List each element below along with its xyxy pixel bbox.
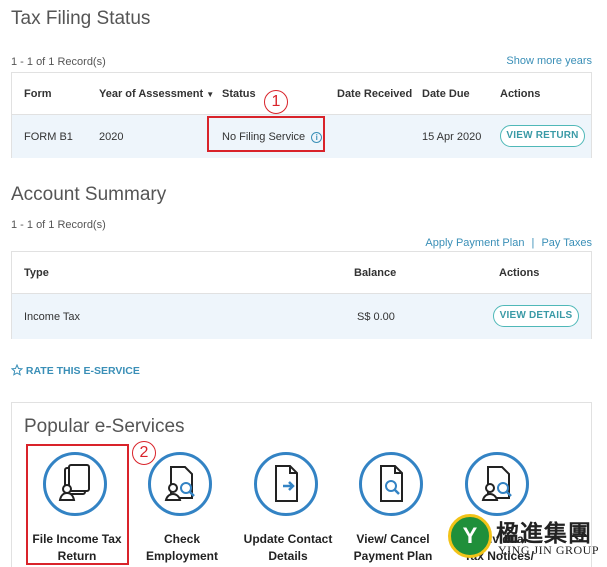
header-type: Type	[24, 267, 49, 279]
link-separator: |	[531, 237, 535, 249]
service-label-line1: View/ Cancel	[356, 532, 430, 546]
account-record-count: 1 - 1 of 1 Record(s)	[11, 219, 106, 231]
service-label-line1: Check	[163, 532, 201, 546]
document-search-person-icon	[148, 452, 212, 516]
header-form: Form	[24, 88, 52, 100]
service-check-employment[interactable]: Check Employment	[127, 445, 237, 567]
show-more-years-link[interactable]: Show more years	[506, 55, 592, 67]
apply-payment-plan-link[interactable]: Apply Payment Plan	[425, 237, 524, 249]
service-label-line2: Details	[268, 549, 308, 563]
star-outline-icon	[10, 363, 24, 376]
header-date-due: Date Due	[422, 88, 470, 100]
service-label-line2: Employment	[145, 549, 218, 563]
account-links: Apply Payment Plan | Pay Taxes	[425, 237, 592, 249]
service-update-contact-details[interactable]: Update Contact Details	[233, 445, 343, 567]
annotation-box-file-income-tax	[26, 444, 129, 565]
row-date-due: 15 Apr 2020	[422, 131, 482, 143]
tax-filing-record-count: 1 - 1 of 1 Record(s)	[11, 56, 106, 68]
watermark-english: YING JIN GROUP	[498, 543, 600, 557]
document-search-person-icon	[465, 452, 529, 516]
document-arrow-icon	[254, 452, 318, 516]
row-year: 2020	[99, 131, 124, 143]
sort-down-icon: ▼	[206, 90, 215, 99]
header-status: Status	[222, 88, 256, 100]
view-details-button[interactable]: VIEW DETAILS	[493, 305, 579, 327]
service-label-line2: Payment Plan	[353, 549, 433, 563]
annotation-marker-1: 1	[264, 90, 288, 114]
annotation-box-status	[207, 116, 325, 152]
table-row: Income Tax S$ 0.00 VIEW DETAILS	[12, 293, 591, 339]
popular-services-title: Popular e-Services	[24, 416, 185, 437]
row-type: Income Tax	[24, 311, 81, 323]
header-date-received: Date Received	[337, 88, 413, 100]
account-summary-title: Account Summary	[11, 184, 167, 205]
tax-filing-title: Tax Filing Status	[11, 8, 151, 29]
row-form: FORM B1	[24, 131, 73, 143]
account-table: Type Balance Actions Income Tax S$ 0.00 …	[11, 251, 592, 339]
pay-taxes-link[interactable]: Pay Taxes	[541, 237, 592, 249]
header-balance: Balance	[354, 267, 397, 279]
service-label-line1: Update Contact	[243, 532, 333, 546]
service-view-cancel-payment-plan[interactable]: View/ Cancel Payment Plan	[338, 445, 448, 567]
row-balance: S$ 0.00	[357, 311, 395, 323]
rate-e-service-link[interactable]: RATE THIS E-SERVICE	[10, 363, 140, 377]
header-actions: Actions	[500, 88, 541, 100]
document-search-icon	[359, 452, 423, 516]
header-year-of-assessment[interactable]: Year of Assessment ▼	[99, 88, 214, 100]
watermark: Y 楹進集團 YING JIN GROUP	[446, 512, 606, 566]
view-return-button[interactable]: VIEW RETURN	[500, 125, 585, 147]
header-actions: Actions	[499, 267, 540, 279]
watermark-logo: Y	[448, 514, 492, 558]
